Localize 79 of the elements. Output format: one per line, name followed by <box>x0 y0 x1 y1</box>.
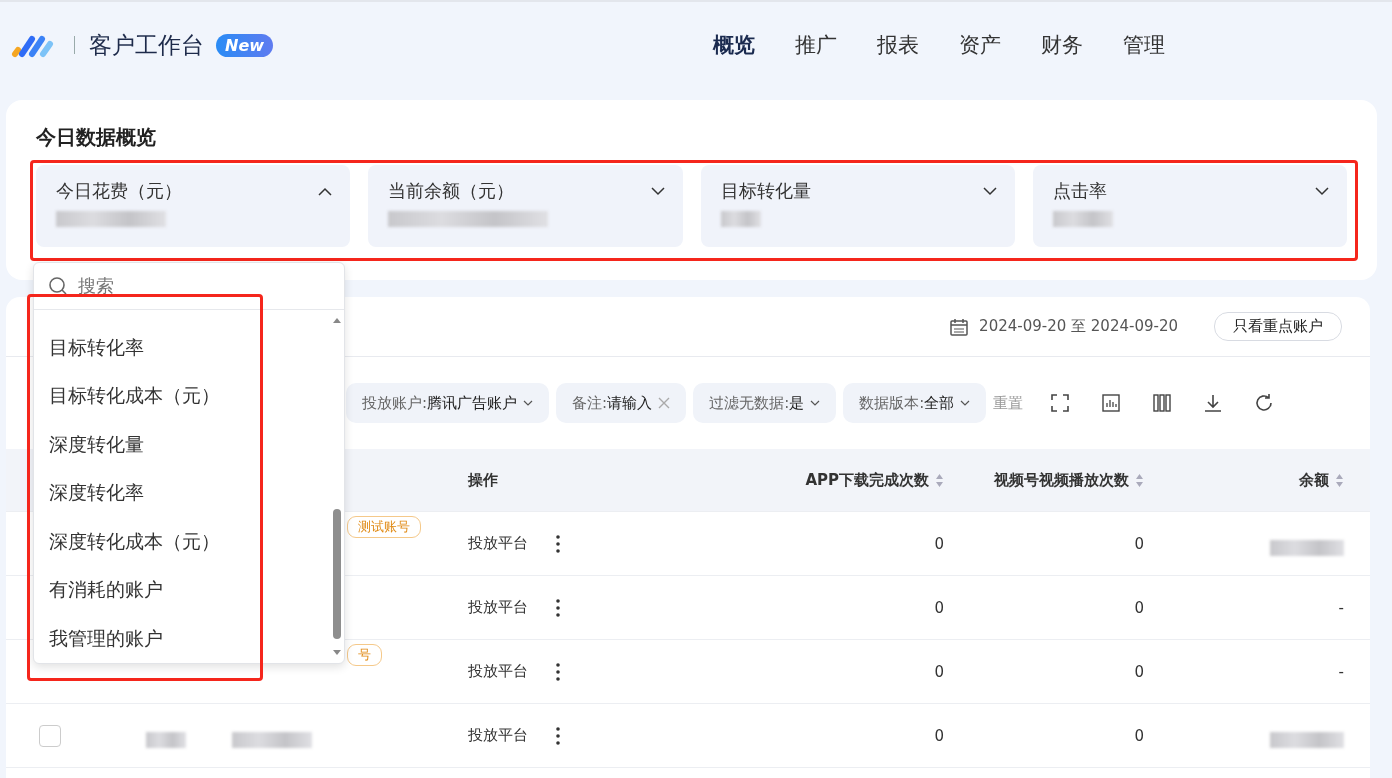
scrollbar-thumb[interactable] <box>333 509 341 640</box>
filter-label: 数据版本: <box>859 393 925 413</box>
table-cell: 0 <box>934 726 944 745</box>
search-icon <box>48 275 68 296</box>
nav-tab[interactable]: 推广 <box>795 31 838 59</box>
filter-chip[interactable]: 过滤无数据:是 <box>693 383 837 423</box>
filter-chip[interactable]: 数据版本:全部 <box>843 383 987 423</box>
table-cell[interactable]: 投放平台 <box>468 662 528 681</box>
metric-card[interactable]: 当前余额（元） <box>368 165 683 247</box>
scroll-down-icon[interactable] <box>332 649 342 657</box>
test-account-tag: 测试账号 <box>347 516 421 538</box>
metric-card[interactable]: 今日花费（元） <box>36 165 351 247</box>
filter-value: 是 <box>789 393 805 413</box>
dropdown-option[interactable]: 深度转化率 <box>34 469 330 518</box>
column-header: 操作 <box>468 470 498 490</box>
calendar-icon[interactable] <box>949 316 970 337</box>
metric-card[interactable]: 点击率 <box>1032 165 1347 247</box>
dropdown-option[interactable]: 我管理的账户 <box>34 614 330 663</box>
nav-tab[interactable]: 财务 <box>1041 31 1084 59</box>
more-icon[interactable] <box>556 662 560 681</box>
table-cell[interactable]: 投放平台 <box>468 598 528 617</box>
nav-tab[interactable]: 概览 <box>713 31 756 59</box>
filter-label: 备注: <box>572 393 608 413</box>
table-cell: 0 <box>1134 726 1144 745</box>
app-title: 客户工作台 <box>89 30 204 60</box>
nav-tab[interactable]: 报表 <box>877 31 920 59</box>
column-header: 余额 <box>1299 470 1329 490</box>
more-icon[interactable] <box>556 598 560 617</box>
dropdown-option[interactable]: 深度转化成本（元） <box>34 517 330 566</box>
column-header: APP下载完成次数 <box>805 470 929 490</box>
metric-card[interactable]: 目标转化量 <box>700 165 1015 247</box>
search-field[interactable]: 搜索 <box>76 274 280 298</box>
nav-tab[interactable]: 管理 <box>1123 31 1166 59</box>
filter-label: 过滤无数据: <box>709 393 790 413</box>
table-cell: 0 <box>934 662 944 681</box>
more-icon[interactable] <box>556 534 560 553</box>
table-cell: 0 <box>934 598 944 617</box>
metric-label: 目标转化量 <box>720 179 811 203</box>
row-checkbox[interactable] <box>39 724 61 747</box>
dropdown-option[interactable]: 深度转化量 <box>34 420 330 469</box>
fullscreen-icon[interactable] <box>1050 393 1071 413</box>
chevron-down-icon <box>523 400 534 406</box>
download-icon[interactable] <box>1203 393 1224 413</box>
redacted-value <box>1052 211 1113 227</box>
table-cell: 0 <box>1134 598 1144 617</box>
table-cell: 0 <box>1134 662 1144 681</box>
new-badge: New <box>216 33 274 57</box>
dropdown-option[interactable]: 目标转化成本（元） <box>34 372 330 421</box>
table-cell: - <box>1338 662 1344 681</box>
refresh-icon[interactable] <box>1254 393 1275 413</box>
metric-label: 点击率 <box>1052 179 1107 203</box>
table-cell[interactable]: 投放平台 <box>468 534 528 553</box>
metric-label: 当前余额（元） <box>388 179 515 203</box>
test-account-tag: 号 <box>347 644 382 666</box>
table-cell: - <box>1338 598 1344 617</box>
redacted-value <box>146 731 186 748</box>
table-cell: 0 <box>934 534 944 553</box>
filter-value: 腾讯广告账户 <box>427 393 518 413</box>
dropdown-option[interactable]: 目标转化率 <box>34 323 330 372</box>
column-header: 视频号视频播放次数 <box>994 470 1129 490</box>
date-range[interactable]: 2024-09-20 至 2024-09-20 <box>979 317 1178 336</box>
metric-label: 今日花费（元） <box>56 179 182 203</box>
filter-chip[interactable]: 备注:请输入 <box>556 383 687 423</box>
section-title: 今日数据概览 <box>36 124 157 151</box>
nav-tab[interactable]: 资产 <box>959 31 1002 59</box>
more-icon[interactable] <box>556 726 560 745</box>
key-accounts-button[interactable]: 只看重点账户 <box>1214 312 1342 341</box>
filter-label: 投放账户: <box>362 393 428 413</box>
filter-value: 全部 <box>924 393 955 413</box>
table-cell[interactable]: 投放平台 <box>468 726 528 745</box>
redacted-value <box>720 211 761 227</box>
chevron-down-icon <box>810 400 821 406</box>
filter-chip[interactable]: 投放账户:腾讯广告账户 <box>346 383 550 423</box>
table-cell: 0 <box>1134 534 1144 553</box>
dropdown-option[interactable]: 有消耗的账户 <box>34 566 330 615</box>
bar-chart-icon[interactable] <box>1101 393 1122 413</box>
filter-value: 请输入 <box>607 393 653 413</box>
chevron-down-icon <box>960 400 971 406</box>
columns-icon[interactable] <box>1152 393 1173 413</box>
